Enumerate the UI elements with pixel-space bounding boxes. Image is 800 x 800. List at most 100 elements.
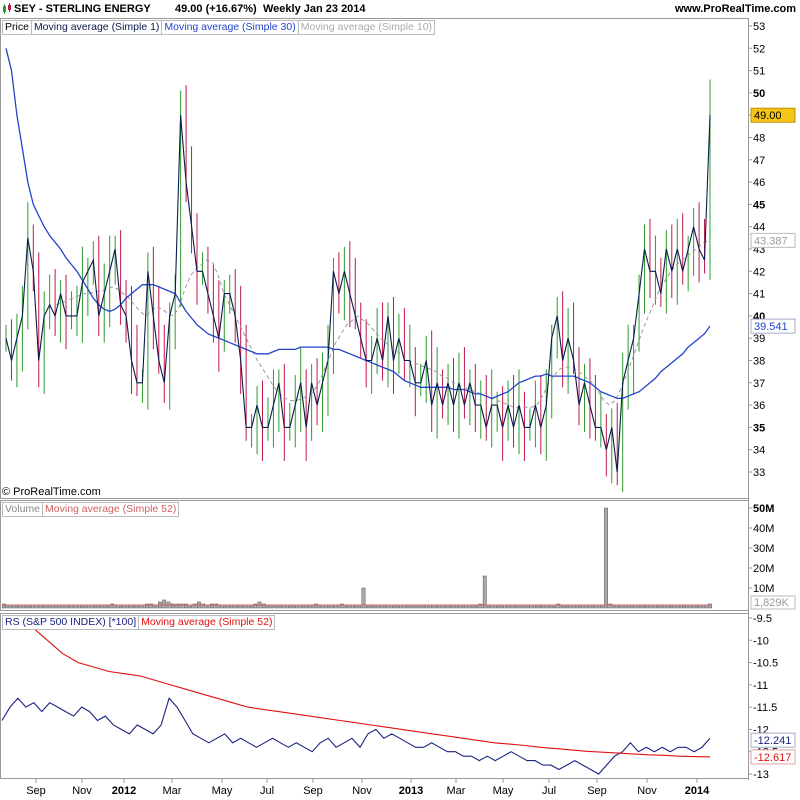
- volume-bar: [404, 605, 409, 609]
- volume-bar: [435, 605, 440, 609]
- volume-bar: [565, 605, 569, 609]
- legend-rs-ma[interactable]: Moving average (Simple 52): [138, 615, 276, 630]
- volume-bar: [153, 605, 158, 609]
- price-legend: Price Moving average (Simple 1) Moving ave…: [2, 20, 436, 35]
- volume-bar: [119, 605, 123, 609]
- volume-bar: [370, 605, 375, 609]
- volume-bar: [357, 605, 362, 609]
- rs-tick-label: -9.5: [753, 613, 772, 625]
- volume-bar: [23, 605, 28, 609]
- volume-bar: [235, 605, 240, 609]
- volume-bar: [132, 605, 136, 609]
- volume-bar: [287, 605, 292, 609]
- price-tick-label: 33: [753, 467, 765, 479]
- price-tick-label: 46: [753, 177, 765, 189]
- x-tick-label: Nov: [352, 785, 372, 797]
- x-tick-label: Jul: [542, 785, 556, 797]
- volume-bar: [699, 605, 704, 609]
- rs-tick-label: -13: [753, 769, 769, 781]
- legend-price[interactable]: Price: [2, 20, 32, 35]
- legend-ma10[interactable]: Moving average (Simple 10): [297, 20, 436, 35]
- x-tick-label: Mar: [163, 785, 182, 797]
- price-tick-label: 52: [753, 43, 765, 55]
- volume-bar: [552, 605, 556, 609]
- volume-bar: [244, 605, 249, 609]
- volume-bar: [67, 605, 71, 609]
- volume-legend: Volume Moving average (Simple 52): [2, 502, 180, 517]
- rs-line: [1, 697, 711, 775]
- volume-bar: [49, 605, 54, 609]
- volume-bar: [84, 605, 89, 609]
- rs-tick-label: -10.5: [753, 658, 778, 670]
- legend-ma1[interactable]: Moving average (Simple 1): [30, 20, 163, 35]
- volume-bar: [461, 605, 466, 609]
- volume-bar: [88, 605, 93, 609]
- volume-bar: [378, 605, 383, 609]
- x-tick-label: Sep: [303, 785, 323, 797]
- volume-bar: [690, 605, 695, 609]
- volume-bar: [62, 605, 67, 609]
- volume-bar: [396, 605, 401, 609]
- volume-bar: [508, 605, 513, 609]
- price-tick-label: 44: [753, 222, 765, 234]
- volume-bar: [123, 605, 128, 609]
- copyright: © ProRealTime.com: [2, 486, 101, 498]
- volume-bar: [560, 605, 565, 609]
- volume-bar: [205, 605, 210, 609]
- volume-bar: [443, 605, 448, 609]
- volume-bar: [474, 605, 479, 609]
- volume-bar: [400, 605, 405, 609]
- volume-bar: [6, 605, 11, 609]
- last-price-tag: 49.00: [754, 110, 782, 122]
- chart-canvas[interactable]: 5352515049484746454443424140393837363534…: [0, 0, 800, 800]
- volume-bar: [539, 605, 543, 609]
- volume-bar: [465, 605, 470, 609]
- ma10-tag: 43.387: [754, 235, 788, 247]
- legend-ma30[interactable]: Moving average (Simple 30): [161, 20, 299, 35]
- rs-legend: RS (S&P 500 INDEX) [*100] Moving average …: [2, 615, 276, 630]
- price-tick-label: 36: [753, 400, 765, 412]
- volume-bar: [326, 605, 331, 609]
- price-tick-label: 42: [753, 266, 765, 278]
- price-tick-label: 50: [753, 88, 765, 100]
- volume-bar: [10, 605, 15, 609]
- price-tick-label: 53: [753, 21, 765, 33]
- rs-last-label: -12.241: [754, 735, 791, 747]
- volume-bar: [669, 605, 673, 609]
- volume-bar: [93, 605, 97, 609]
- x-tick-label: May: [212, 785, 233, 797]
- volume-bar: [97, 605, 102, 609]
- volume-bar: [75, 605, 80, 609]
- legend-volume-ma[interactable]: Moving average (Simple 52): [42, 502, 180, 517]
- x-tick-label: Sep: [587, 785, 607, 797]
- ma30-line: [5, 48, 711, 400]
- x-tick-label: Nov: [637, 785, 657, 797]
- volume-bar: [218, 605, 223, 609]
- volume-bar: [266, 605, 271, 609]
- volume-bar: [409, 605, 414, 609]
- legend-volume[interactable]: Volume: [2, 502, 44, 517]
- volume-bar: [127, 605, 132, 609]
- volume-bar: [422, 605, 427, 609]
- price-tick-label: 37: [753, 378, 765, 390]
- volume-bar: [686, 605, 691, 609]
- volume-bar: [495, 605, 500, 609]
- volume-tick-label: 30M: [753, 543, 774, 555]
- volume-bar: [365, 605, 370, 609]
- legend-rs[interactable]: RS (S&P 500 INDEX) [*100]: [2, 615, 140, 630]
- volume-bar: [604, 507, 608, 609]
- volume-bar: [374, 605, 379, 609]
- volume-bar: [413, 605, 418, 609]
- volume-bar: [383, 605, 388, 609]
- volume-bar: [28, 605, 32, 609]
- volume-bar: [331, 605, 336, 609]
- volume-bar: [582, 605, 587, 609]
- volume-bar: [417, 605, 422, 609]
- price-tick-label: 39: [753, 333, 765, 345]
- volume-bar: [322, 605, 327, 609]
- volume-bar: [521, 605, 526, 609]
- rs-tick-label: -11.5: [753, 702, 777, 714]
- volume-bar: [651, 605, 656, 609]
- volume-bar: [664, 605, 669, 609]
- volume-bar: [638, 605, 643, 609]
